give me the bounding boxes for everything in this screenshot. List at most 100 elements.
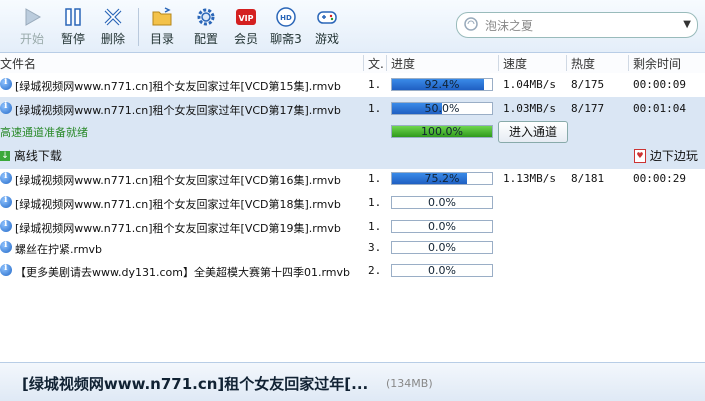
gear-icon bbox=[197, 8, 215, 26]
task-progress-label: 92.4% bbox=[424, 78, 460, 91]
offline-download-label: 离线下载 bbox=[13, 149, 62, 163]
task-name: 【更多美剧请去www.dy131.com】全美超模大赛第十四季01.rmvb bbox=[15, 266, 350, 279]
header-name[interactable]: 文件名 bbox=[0, 55, 36, 72]
settings-button[interactable]: 配置 bbox=[189, 4, 223, 48]
header-divider bbox=[363, 55, 364, 71]
selected-task-info: [绿城视频网www.n771.cn]租个女友回家过年[... (134MB) bbox=[0, 362, 705, 401]
task-progress-bar: 0.0% bbox=[391, 264, 493, 277]
task-row[interactable]: [绿城视频网www.n771.cn]租个女友回家过年[VCD第15集].rmvb… bbox=[0, 73, 705, 97]
header-progress[interactable]: 进度 bbox=[391, 55, 415, 72]
pause-label: 暂停 bbox=[60, 32, 85, 46]
fast-channel-panel: 高速通道准备就绪 100.0% 进入通道 ↓ 离线下载 ♥ 边下边玩 bbox=[0, 121, 705, 169]
search-logo-icon bbox=[464, 17, 478, 31]
folder-icon bbox=[152, 7, 172, 26]
hd-icon: HD bbox=[276, 7, 296, 27]
task-row[interactable]: 螺丝在拧紧.rmvb 3. 0.0% bbox=[0, 236, 705, 260]
task-progress-bar: 0.0% bbox=[391, 241, 493, 254]
task-progress-bar: 0.0% bbox=[391, 220, 493, 233]
task-size: 1. bbox=[368, 78, 382, 91]
column-header: 文件名 文. 进度 速度 热度 剩余时间 bbox=[0, 53, 705, 74]
header-divider bbox=[386, 55, 387, 71]
watch-while-download-label: 边下边玩 bbox=[649, 149, 698, 163]
vip-label: 会员 bbox=[233, 32, 258, 46]
task-remaining: 00:00:09 bbox=[633, 78, 686, 91]
task-speed: 1.13MB/s bbox=[503, 172, 556, 185]
task-progress-bar: 92.4% bbox=[391, 78, 493, 91]
directory-label: 目录 bbox=[149, 32, 174, 46]
header-divider bbox=[566, 55, 567, 71]
pause-button[interactable]: 暂停 bbox=[56, 4, 90, 48]
task-size: 1. bbox=[368, 172, 382, 185]
start-button[interactable]: 开始 bbox=[14, 4, 50, 48]
fast-channel-progress-label: 100.0% bbox=[421, 125, 463, 138]
settings-label: 配置 bbox=[193, 32, 218, 46]
task-progress-label: 50.0% bbox=[424, 102, 460, 115]
info-icon bbox=[0, 77, 12, 90]
search-box[interactable]: 泡沫之夏 ▼ bbox=[456, 12, 698, 38]
toolbar: 开始 暂停 删除 目录 配置 VIP 会员 HD 聊斋3 游戏 泡沫之夏 ▼ bbox=[0, 0, 705, 53]
task-heat: 8/177 bbox=[571, 102, 605, 115]
games-button[interactable]: 游戏 bbox=[310, 4, 344, 48]
header-heat[interactable]: 热度 bbox=[571, 55, 595, 72]
pause-icon bbox=[65, 8, 81, 26]
task-size: 1. bbox=[368, 220, 382, 233]
vip-icon: VIP bbox=[236, 9, 256, 25]
task-progress-label: 0.0% bbox=[428, 220, 456, 233]
delete-button[interactable]: 删除 bbox=[96, 4, 130, 48]
vip-button[interactable]: VIP 会员 bbox=[230, 4, 262, 48]
task-row[interactable]: [绿城视频网www.n771.cn]租个女友回家过年[VCD第17集].rmvb… bbox=[0, 97, 705, 121]
task-progress-label: 0.0% bbox=[428, 264, 456, 277]
header-size[interactable]: 文. bbox=[368, 55, 384, 72]
info-icon bbox=[0, 263, 12, 276]
task-size: 1. bbox=[368, 102, 382, 115]
delete-icon bbox=[104, 8, 122, 26]
task-progress-bar: 50.0% bbox=[391, 102, 493, 115]
task-remaining: 00:01:04 bbox=[633, 102, 686, 115]
vip-text: VIP bbox=[238, 14, 253, 23]
card-icon: ♥ bbox=[634, 148, 646, 163]
liaozhai-label: 聊斋3 bbox=[270, 32, 302, 46]
gamepad-icon bbox=[317, 11, 337, 24]
task-row[interactable]: 【更多美剧请去www.dy131.com】全美超模大赛第十四季01.rmvb 2.… bbox=[0, 259, 705, 283]
task-progress-bar: 75.2% bbox=[391, 172, 493, 185]
header-divider bbox=[498, 55, 499, 71]
info-icon bbox=[0, 240, 12, 253]
task-name: [绿城视频网www.n771.cn]租个女友回家过年[VCD第18集].rmvb bbox=[15, 198, 341, 211]
watch-while-download-link[interactable]: ♥ 边下边玩 bbox=[634, 147, 698, 164]
hd-text: HD bbox=[280, 14, 292, 22]
task-progress-bar: 0.0% bbox=[391, 196, 493, 209]
task-row[interactable]: [绿城视频网www.n771.cn]租个女友回家过年[VCD第16集].rmvb… bbox=[0, 167, 705, 191]
games-label: 游戏 bbox=[314, 32, 339, 46]
header-remaining[interactable]: 剩余时间 bbox=[633, 55, 681, 72]
start-label: 开始 bbox=[19, 32, 44, 46]
task-progress-label: 0.0% bbox=[428, 196, 456, 209]
task-progress-label: 0.0% bbox=[428, 241, 456, 254]
task-size: 3. bbox=[368, 241, 382, 254]
chevron-down-icon[interactable]: ▼ bbox=[683, 19, 691, 30]
task-name: [绿城视频网www.n771.cn]租个女友回家过年[VCD第17集].rmvb bbox=[15, 104, 341, 117]
task-name: 螺丝在拧紧.rmvb bbox=[15, 243, 103, 256]
header-divider bbox=[628, 55, 629, 71]
liaozhai-button[interactable]: HD 聊斋3 bbox=[268, 4, 304, 48]
task-speed: 1.04MB/s bbox=[503, 78, 556, 91]
task-name: [绿城视频网www.n771.cn]租个女友回家过年[VCD第19集].rmvb bbox=[15, 222, 341, 235]
info-icon bbox=[0, 195, 12, 208]
info-icon bbox=[0, 101, 12, 114]
task-speed: 1.03MB/s bbox=[503, 102, 556, 115]
task-progress-label: 75.2% bbox=[424, 172, 460, 185]
fast-channel-progress-bar: 100.0% bbox=[391, 125, 493, 138]
search-input[interactable]: 泡沫之夏 bbox=[485, 17, 533, 34]
task-name: [绿城视频网www.n771.cn]租个女友回家过年[VCD第16集].rmvb bbox=[15, 174, 341, 187]
selected-task-size: (134MB) bbox=[386, 377, 433, 390]
fast-channel-status: 高速通道准备就绪 bbox=[0, 126, 88, 139]
task-size: 1. bbox=[368, 196, 382, 209]
offline-download-link[interactable]: ↓ 离线下载 bbox=[0, 147, 62, 164]
task-heat: 8/175 bbox=[571, 78, 605, 91]
task-row[interactable]: [绿城视频网www.n771.cn]租个女友回家过年[VCD第18集].rmvb… bbox=[0, 191, 705, 215]
header-speed[interactable]: 速度 bbox=[503, 55, 527, 72]
directory-button[interactable]: 目录 bbox=[145, 4, 179, 48]
selected-task-title: [绿城视频网www.n771.cn]租个女友回家过年[... bbox=[22, 375, 369, 393]
delete-label: 删除 bbox=[100, 32, 125, 46]
info-icon bbox=[0, 219, 12, 232]
enter-channel-button[interactable]: 进入通道 bbox=[498, 121, 568, 143]
